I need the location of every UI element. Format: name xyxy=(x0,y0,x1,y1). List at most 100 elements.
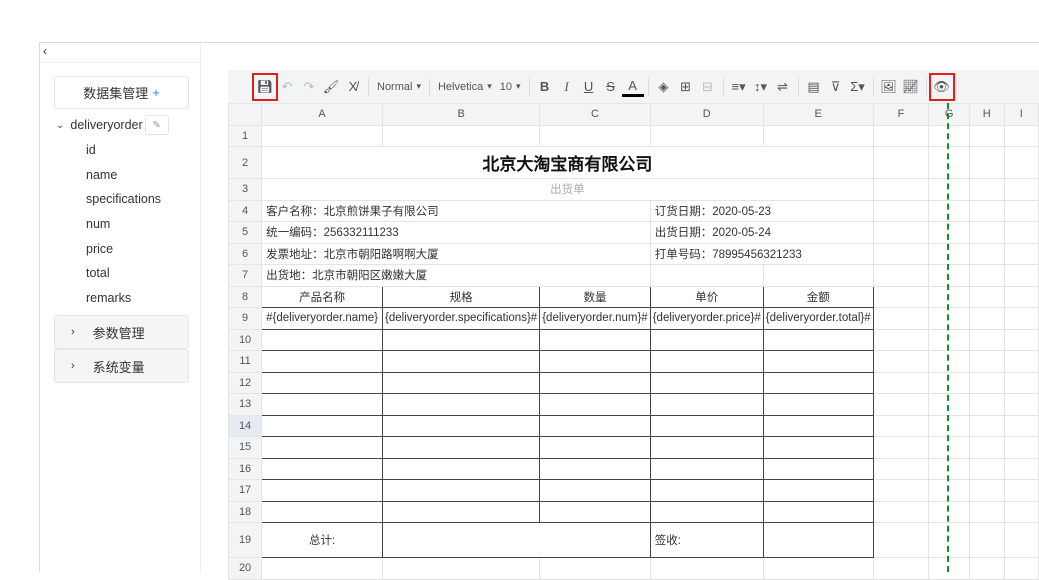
column-header[interactable]: B xyxy=(382,103,541,126)
total-label-cell[interactable]: 总计: xyxy=(261,522,384,558)
cell[interactable] xyxy=(968,557,1005,580)
cell[interactable] xyxy=(649,264,764,287)
cell[interactable] xyxy=(261,371,384,394)
subtitle-cell[interactable]: 出货单 xyxy=(261,178,874,201)
cell[interactable] xyxy=(649,457,764,480)
row-header[interactable]: 16 xyxy=(227,457,263,480)
row-header[interactable]: 3 xyxy=(227,178,263,201)
cell[interactable] xyxy=(1003,479,1039,502)
row-header[interactable]: 19 xyxy=(227,522,263,558)
cell[interactable] xyxy=(1003,457,1039,480)
font-size-select[interactable]: 10 xyxy=(496,75,525,99)
sum-icon[interactable]: Σ▾ xyxy=(847,75,869,99)
row-header[interactable]: 18 xyxy=(227,500,263,523)
column-header[interactable]: I xyxy=(1003,103,1039,126)
cell[interactable] xyxy=(261,124,384,147)
cell[interactable] xyxy=(382,557,541,580)
italic-icon[interactable]: I xyxy=(556,75,578,99)
cell[interactable] xyxy=(261,414,384,437)
cell[interactable] xyxy=(1003,124,1039,147)
row-header[interactable]: 1 xyxy=(227,124,263,147)
cell[interactable] xyxy=(649,436,764,459)
wrap-text-icon[interactable]: ⇌ xyxy=(772,75,794,99)
cell[interactable] xyxy=(928,285,970,308)
cell[interactable] xyxy=(928,264,970,287)
dataset-management-button[interactable]: 数据集管理 + xyxy=(54,76,189,109)
cell[interactable] xyxy=(968,146,1005,179)
cell[interactable] xyxy=(928,371,970,394)
cell[interactable] xyxy=(968,414,1005,437)
cell[interactable] xyxy=(762,522,874,558)
align-icon[interactable]: ≡▾ xyxy=(728,75,750,99)
undo-icon[interactable]: ↶ xyxy=(276,75,298,99)
style-select[interactable]: Normal xyxy=(373,75,425,99)
collapse-sidebar-icon[interactable]: ‹ xyxy=(43,44,47,58)
image-icon[interactable]: 🖼︎ xyxy=(878,75,900,99)
cell[interactable] xyxy=(928,350,970,373)
cell[interactable] xyxy=(649,500,764,523)
cell[interactable] xyxy=(762,124,874,147)
row-header[interactable]: 9 xyxy=(227,307,263,330)
row-header[interactable]: 13 xyxy=(227,393,263,416)
cell[interactable] xyxy=(382,500,541,523)
sign-label-cell[interactable]: 签收: xyxy=(649,522,764,558)
cell[interactable] xyxy=(261,328,384,351)
cell[interactable] xyxy=(1003,307,1039,330)
format-painter-icon[interactable]: 🖌︎ xyxy=(320,75,342,99)
column-header[interactable]: G xyxy=(928,103,970,126)
system-vars-group[interactable]: › 系统变量 xyxy=(54,349,189,383)
header-cell[interactable]: 金额 xyxy=(762,285,874,308)
cell[interactable] xyxy=(872,178,930,201)
column-header[interactable]: E xyxy=(762,103,874,126)
field-item[interactable]: num xyxy=(86,217,161,242)
column-header[interactable]: F xyxy=(872,103,930,126)
cell[interactable] xyxy=(928,124,970,147)
cell[interactable] xyxy=(968,264,1005,287)
field-item[interactable]: price xyxy=(86,242,161,267)
cell[interactable] xyxy=(928,500,970,523)
cell[interactable] xyxy=(968,457,1005,480)
corner-cell[interactable] xyxy=(227,103,263,126)
header-cell[interactable]: 规格 xyxy=(382,285,541,308)
template-cell[interactable]: #{deliveryorder.total} xyxy=(762,307,874,330)
cell[interactable] xyxy=(928,221,970,244)
filter-icon[interactable]: ⊽ xyxy=(825,75,847,99)
chevron-down-icon[interactable]: ⌄ xyxy=(56,120,64,131)
font-select[interactable]: Helvetica xyxy=(434,75,496,99)
template-cell[interactable]: #{deliveryorder.price} xyxy=(649,307,764,330)
underline-icon[interactable]: U xyxy=(578,75,600,99)
cell[interactable] xyxy=(968,328,1005,351)
row-header[interactable]: 6 xyxy=(227,242,263,265)
cell[interactable] xyxy=(968,522,1005,558)
cell[interactable] xyxy=(539,436,651,459)
cell[interactable] xyxy=(261,557,384,580)
cell[interactable]: 出货日期：2020-05-24 xyxy=(649,221,874,244)
cell[interactable] xyxy=(1003,414,1039,437)
save-icon[interactable]: 💾︎ xyxy=(252,72,278,101)
text-color-icon[interactable]: A xyxy=(621,77,644,97)
cell[interactable] xyxy=(1003,264,1039,287)
cell[interactable] xyxy=(762,414,874,437)
row-header[interactable]: 20 xyxy=(227,557,263,580)
cell[interactable] xyxy=(1003,557,1039,580)
cell[interactable] xyxy=(539,393,651,416)
cell[interactable] xyxy=(762,371,874,394)
cell[interactable] xyxy=(928,436,970,459)
cell[interactable] xyxy=(539,479,651,502)
cell[interactable] xyxy=(261,393,384,416)
field-item[interactable]: name xyxy=(86,168,161,193)
cell[interactable] xyxy=(872,264,930,287)
cell[interactable] xyxy=(928,479,970,502)
cell[interactable] xyxy=(762,457,874,480)
params-group[interactable]: › 参数管理 xyxy=(54,315,189,349)
cell[interactable] xyxy=(872,371,930,394)
cell[interactable]: 发票地址：北京市朝阳路啊啊大厦 xyxy=(261,242,651,265)
cell[interactable] xyxy=(382,124,541,147)
cell[interactable] xyxy=(968,350,1005,373)
cell[interactable] xyxy=(762,436,874,459)
row-header[interactable]: 2 xyxy=(227,146,263,179)
cell[interactable] xyxy=(762,500,874,523)
cell[interactable] xyxy=(1003,221,1039,244)
clear-format-icon[interactable]: X̸ xyxy=(342,75,364,99)
template-cell[interactable]: #{deliveryorder.specifications} xyxy=(382,307,541,330)
